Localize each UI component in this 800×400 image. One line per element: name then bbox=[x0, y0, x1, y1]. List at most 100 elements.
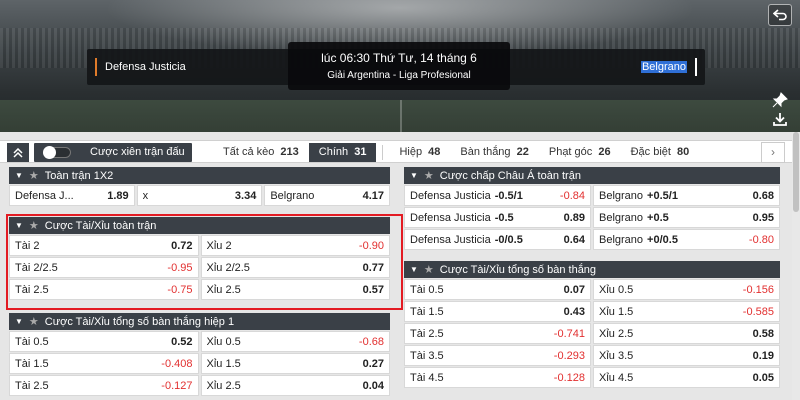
odds-cell[interactable]: Defensa Justicia -0.5 0.89 bbox=[404, 207, 591, 228]
tab-label: Tất cả kèo bbox=[223, 146, 275, 158]
match-info-box: lúc 06:30 Thứ Tư, 14 tháng 6 Giải Argent… bbox=[288, 42, 510, 90]
tab-count: 213 bbox=[280, 146, 299, 158]
odds-value: -0.293 bbox=[553, 349, 585, 362]
tab-all[interactable]: Tất cả kèo 213 bbox=[213, 141, 309, 164]
odds-cell[interactable]: Belgrano +0.5 0.95 bbox=[593, 207, 780, 228]
odds-row: Tài 4.5 -0.128 Xỉu 4.5 0.05 bbox=[404, 367, 780, 388]
odds-value: 0.64 bbox=[563, 233, 585, 246]
odds-cell[interactable]: Belgrano +0.5/1 0.68 bbox=[593, 185, 780, 206]
star-icon[interactable]: ★ bbox=[424, 169, 434, 182]
odds-label: Belgrano bbox=[599, 189, 644, 202]
panel-header[interactable]: ▼ ★ Cược chấp Châu Á toàn trận bbox=[404, 167, 780, 184]
tab-count: 48 bbox=[428, 146, 441, 158]
handicap-line: +0.5 bbox=[647, 211, 669, 224]
handicap-line: +0/0.5 bbox=[647, 233, 678, 246]
odds-value: -0.156 bbox=[742, 283, 774, 296]
parlay-toggle[interactable] bbox=[43, 146, 71, 159]
tab-goals[interactable]: Bàn thắng 22 bbox=[450, 141, 538, 164]
odds-value: 0.58 bbox=[752, 327, 774, 340]
odds-label: Defensa Justicia bbox=[410, 211, 491, 224]
odds-cell[interactable]: Tài 0.5 0.52 bbox=[9, 331, 199, 352]
parlay-toggle-label: Cược xiên trận đấu bbox=[90, 146, 185, 158]
odds-row: Tài 0.5 0.52 Xỉu 0.5 -0.68 bbox=[9, 331, 390, 352]
collapse-triangle-icon: ▼ bbox=[410, 171, 418, 180]
odds-label: Xỉu 4.5 bbox=[599, 371, 634, 384]
filter-bar: Cược xiên trận đấu Tất cả kèo 213 Chính … bbox=[0, 140, 800, 163]
handicap-line: -0/0.5 bbox=[494, 233, 523, 246]
odds-cell[interactable]: Xỉu 1.5 0.27 bbox=[200, 353, 390, 374]
panel-title: Toàn trận 1X2 bbox=[44, 169, 114, 182]
tab-label: Phạt góc bbox=[548, 146, 593, 158]
odds-cell[interactable]: Tài 2.5 -0.741 bbox=[404, 323, 591, 344]
match-time: lúc 06:30 Thứ Tư, 14 tháng 6 bbox=[321, 51, 477, 65]
odds-label: Defensa Justicia bbox=[410, 233, 491, 246]
odds-value: 0.95 bbox=[752, 211, 774, 224]
odds-cell[interactable]: Tài 0.5 0.07 bbox=[404, 279, 591, 300]
odds-row: Tài 0.5 0.07 Xỉu 0.5 -0.156 bbox=[404, 279, 780, 300]
odds-cell[interactable]: Tài 3.5 -0.293 bbox=[404, 345, 591, 366]
odds-cell[interactable]: Xỉu 3.5 0.19 bbox=[593, 345, 780, 366]
odds-value: 0.27 bbox=[362, 357, 384, 370]
odds-value: 1.89 bbox=[107, 189, 129, 202]
download-button[interactable] bbox=[768, 108, 792, 130]
handicap-line: -0.5/1 bbox=[494, 189, 523, 202]
odds-label: Tài 1.5 bbox=[410, 305, 444, 318]
scrollbar-thumb[interactable] bbox=[793, 132, 799, 212]
odds-row: Tài 2.5 -0.127 Xỉu 2.5 0.04 bbox=[9, 375, 390, 396]
scrollbar[interactable] bbox=[792, 132, 800, 400]
tab-main[interactable]: Chính 31 bbox=[308, 143, 377, 162]
star-icon[interactable]: ★ bbox=[29, 315, 39, 328]
odds-cell[interactable]: Defensa J... 1.89 bbox=[9, 185, 135, 206]
odds-cell[interactable]: Tài 2.5 -0.127 bbox=[9, 375, 199, 396]
odds-label: Xỉu 3.5 bbox=[599, 349, 634, 362]
odds-label: Belgrano bbox=[270, 189, 315, 202]
collapse-button[interactable] bbox=[7, 143, 29, 162]
odds-cell[interactable]: Defensa Justicia -0/0.5 0.64 bbox=[404, 229, 591, 250]
odds-value: 4.17 bbox=[362, 189, 385, 202]
odds-cell[interactable]: x 3.34 bbox=[136, 185, 263, 206]
odds-label: Tài 0.5 bbox=[410, 283, 444, 296]
panel-header[interactable]: ▼ ★ Cược Tài/Xỉu tổng số bàn thắng hiệp … bbox=[9, 313, 390, 330]
odds-label: Defensa J... bbox=[15, 189, 74, 202]
odds-row: Defensa Justicia -0.5/1 -0.84 Belgrano +0.5/… bbox=[404, 185, 780, 206]
odds-cell[interactable]: Belgrano +0/0.5 -0.80 bbox=[593, 229, 780, 250]
collapse-triangle-icon: ▼ bbox=[410, 265, 418, 274]
back-button[interactable] bbox=[768, 4, 792, 26]
tab-corners[interactable]: Phạt góc 26 bbox=[539, 141, 621, 164]
odds-value: -0.128 bbox=[553, 371, 585, 384]
parlay-toggle-container[interactable]: Cược xiên trận đấu bbox=[34, 143, 192, 162]
panel-header[interactable]: ▼ ★ Toàn trận 1X2 bbox=[9, 167, 390, 184]
star-icon[interactable]: ★ bbox=[29, 169, 39, 182]
odds-cell[interactable]: Tài 1.5 0.43 bbox=[404, 301, 591, 322]
tab-half[interactable]: Hiệp 48 bbox=[389, 141, 450, 164]
odds-label: Tài 4.5 bbox=[410, 371, 444, 384]
odds-value: -0.84 bbox=[559, 189, 585, 202]
odds-cell[interactable]: Xỉu 2.5 0.04 bbox=[200, 375, 390, 396]
toggle-knob bbox=[43, 146, 56, 159]
panel-asian-handicap: ▼ ★ Cược chấp Châu Á toàn trận Defensa J… bbox=[404, 167, 780, 250]
tab-label: Chính bbox=[318, 146, 349, 158]
odds-rows: Tài 0.5 0.07 Xỉu 0.5 -0.156 Tài 1.5 0.43 Xỉu 1… bbox=[404, 279, 780, 388]
away-team-label: Belgrano bbox=[640, 61, 687, 73]
odds-cell[interactable]: Xỉu 0.5 -0.68 bbox=[200, 331, 390, 352]
odds-cell[interactable]: Xỉu 4.5 0.05 bbox=[593, 367, 780, 388]
odds-cell[interactable]: Tài 4.5 -0.128 bbox=[404, 367, 591, 388]
odds-cell[interactable]: Tài 1.5 -0.408 bbox=[9, 353, 199, 374]
odds-cell[interactable]: Xỉu 0.5 -0.156 bbox=[593, 279, 780, 300]
odds-cell[interactable]: Xỉu 2.5 0.58 bbox=[593, 323, 780, 344]
odds-label: Tài 3.5 bbox=[410, 349, 444, 362]
tab-special[interactable]: Đặc biệt 80 bbox=[621, 141, 700, 164]
odds-row: Defensa Justicia -0/0.5 0.64 Belgrano +0/0.5… bbox=[404, 229, 780, 250]
panel-header[interactable]: ▼ ★ Cược Tài/Xỉu tổng số bàn thắng bbox=[404, 261, 780, 278]
panel-1x2: ▼ ★ Toàn trận 1X2 Defensa J... 1.89 x 3.34… bbox=[9, 167, 391, 206]
odds-cell[interactable]: Xỉu 1.5 -0.585 bbox=[593, 301, 780, 322]
odds-cell[interactable]: Belgrano 4.17 bbox=[264, 185, 391, 206]
star-icon[interactable]: ★ bbox=[424, 263, 434, 276]
odds-label: Defensa Justicia bbox=[410, 189, 491, 202]
odds-row: Tài 1.5 0.43 Xỉu 1.5 -0.585 bbox=[404, 301, 780, 322]
tabs-next-button[interactable]: › bbox=[761, 142, 785, 163]
panel-title: Cược Tài/Xỉu tổng số bàn thắng bbox=[439, 263, 597, 276]
odds-cell[interactable]: Defensa Justicia -0.5/1 -0.84 bbox=[404, 185, 591, 206]
odds-value: 3.34 bbox=[234, 189, 257, 202]
odds-label: Belgrano bbox=[599, 211, 644, 224]
